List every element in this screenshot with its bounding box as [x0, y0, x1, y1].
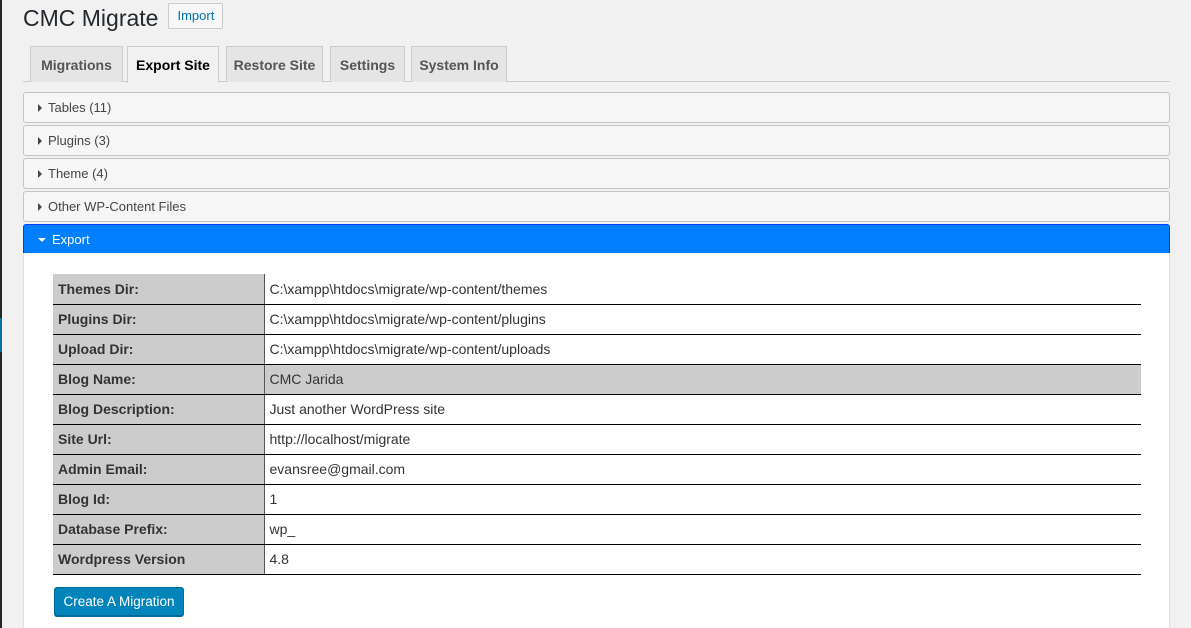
accordion-plugins[interactable]: Plugins (3): [23, 125, 1170, 156]
row-key: Upload Dir:: [53, 334, 265, 365]
row-value: wp_: [264, 514, 1141, 545]
table-row: Blog Description: Just another WordPress…: [53, 394, 1141, 425]
row-key: Admin Email:: [53, 454, 265, 485]
accordion-label: Plugins (3): [48, 133, 111, 148]
table-row: Plugins Dir: C:\xampp\htdocs\migrate/wp-…: [53, 304, 1141, 335]
row-key: Themes Dir:: [53, 274, 265, 305]
tab-system-info[interactable]: System Info: [411, 46, 507, 82]
row-value: CMC Jarida: [264, 364, 1141, 395]
tab-export-site[interactable]: Export Site: [127, 46, 219, 83]
row-key: Blog Description:: [53, 394, 265, 425]
table-row: Blog Id: 1: [53, 484, 1141, 515]
caret-right-icon: [38, 103, 42, 112]
table-row: Themes Dir: C:\xampp\htdocs\migrate/wp-c…: [53, 274, 1141, 305]
table-row: Upload Dir: C:\xampp\htdocs\migrate/wp-c…: [53, 334, 1141, 365]
caret-right-icon: [38, 136, 42, 145]
accordion-label: Export: [52, 231, 90, 247]
tab-settings[interactable]: Settings: [330, 46, 405, 82]
row-key: Wordpress Version: [53, 544, 265, 575]
tab-restore-site[interactable]: Restore Site: [226, 46, 323, 82]
row-key: Site Url:: [53, 424, 265, 455]
create-migration-button[interactable]: Create A Migration: [54, 587, 184, 616]
row-key: Plugins Dir:: [53, 304, 265, 335]
row-value: C:\xampp\htdocs\migrate/wp-content/theme…: [264, 274, 1141, 305]
accordion-export[interactable]: Export: [23, 224, 1170, 254]
export-info-table: Themes Dir: C:\xampp\htdocs\migrate/wp-c…: [53, 274, 1141, 575]
accordion-theme[interactable]: Theme (4): [23, 158, 1170, 189]
table-row: Admin Email: evansree@gmail.com: [53, 454, 1141, 485]
table-row: Blog Name: CMC Jarida: [53, 364, 1141, 395]
caret-right-icon: [38, 169, 42, 178]
row-key: Blog Name:: [53, 364, 265, 395]
page-header: CMC Migrate Import: [23, 0, 1170, 38]
caret-right-icon: [38, 202, 42, 211]
page-title: CMC Migrate: [23, 4, 159, 31]
row-value: http://localhost/migrate: [264, 424, 1141, 455]
accordion-other-wp-content[interactable]: Other WP-Content Files: [23, 191, 1170, 222]
tab-migrations[interactable]: Migrations: [30, 46, 123, 82]
import-button[interactable]: Import: [168, 3, 224, 29]
row-value: C:\xampp\htdocs\migrate/wp-content/plugi…: [264, 304, 1141, 335]
row-value: Just another WordPress site: [264, 394, 1141, 425]
table-row: Site Url: http://localhost/migrate: [53, 424, 1141, 455]
admin-sidebar-edge: [0, 0, 2, 628]
plugin-page: CMC Migrate Import Migrations Export Sit…: [23, 0, 1170, 628]
row-value: C:\xampp\htdocs\migrate/wp-content/uploa…: [264, 334, 1141, 365]
admin-sidebar-active-mark: [0, 318, 2, 352]
export-panel: Themes Dir: C:\xampp\htdocs\migrate/wp-c…: [23, 253, 1170, 628]
table-row: Database Prefix: wp_: [53, 514, 1141, 545]
nav-tabs: Migrations Export Site Restore Site Sett…: [23, 46, 1170, 83]
row-key: Database Prefix:: [53, 514, 265, 545]
accordion-label: Other WP-Content Files: [48, 199, 186, 214]
accordion-label: Tables (11): [48, 100, 112, 115]
caret-down-icon: [38, 237, 46, 242]
row-value: evansree@gmail.com: [264, 454, 1141, 485]
accordion-tables[interactable]: Tables (11): [23, 92, 1170, 123]
table-row: Wordpress Version 4.8: [53, 544, 1141, 575]
row-key: Blog Id:: [53, 484, 265, 515]
accordion-label: Theme (4): [48, 166, 108, 181]
row-value: 4.8: [264, 544, 1141, 575]
row-value: 1: [264, 484, 1141, 515]
